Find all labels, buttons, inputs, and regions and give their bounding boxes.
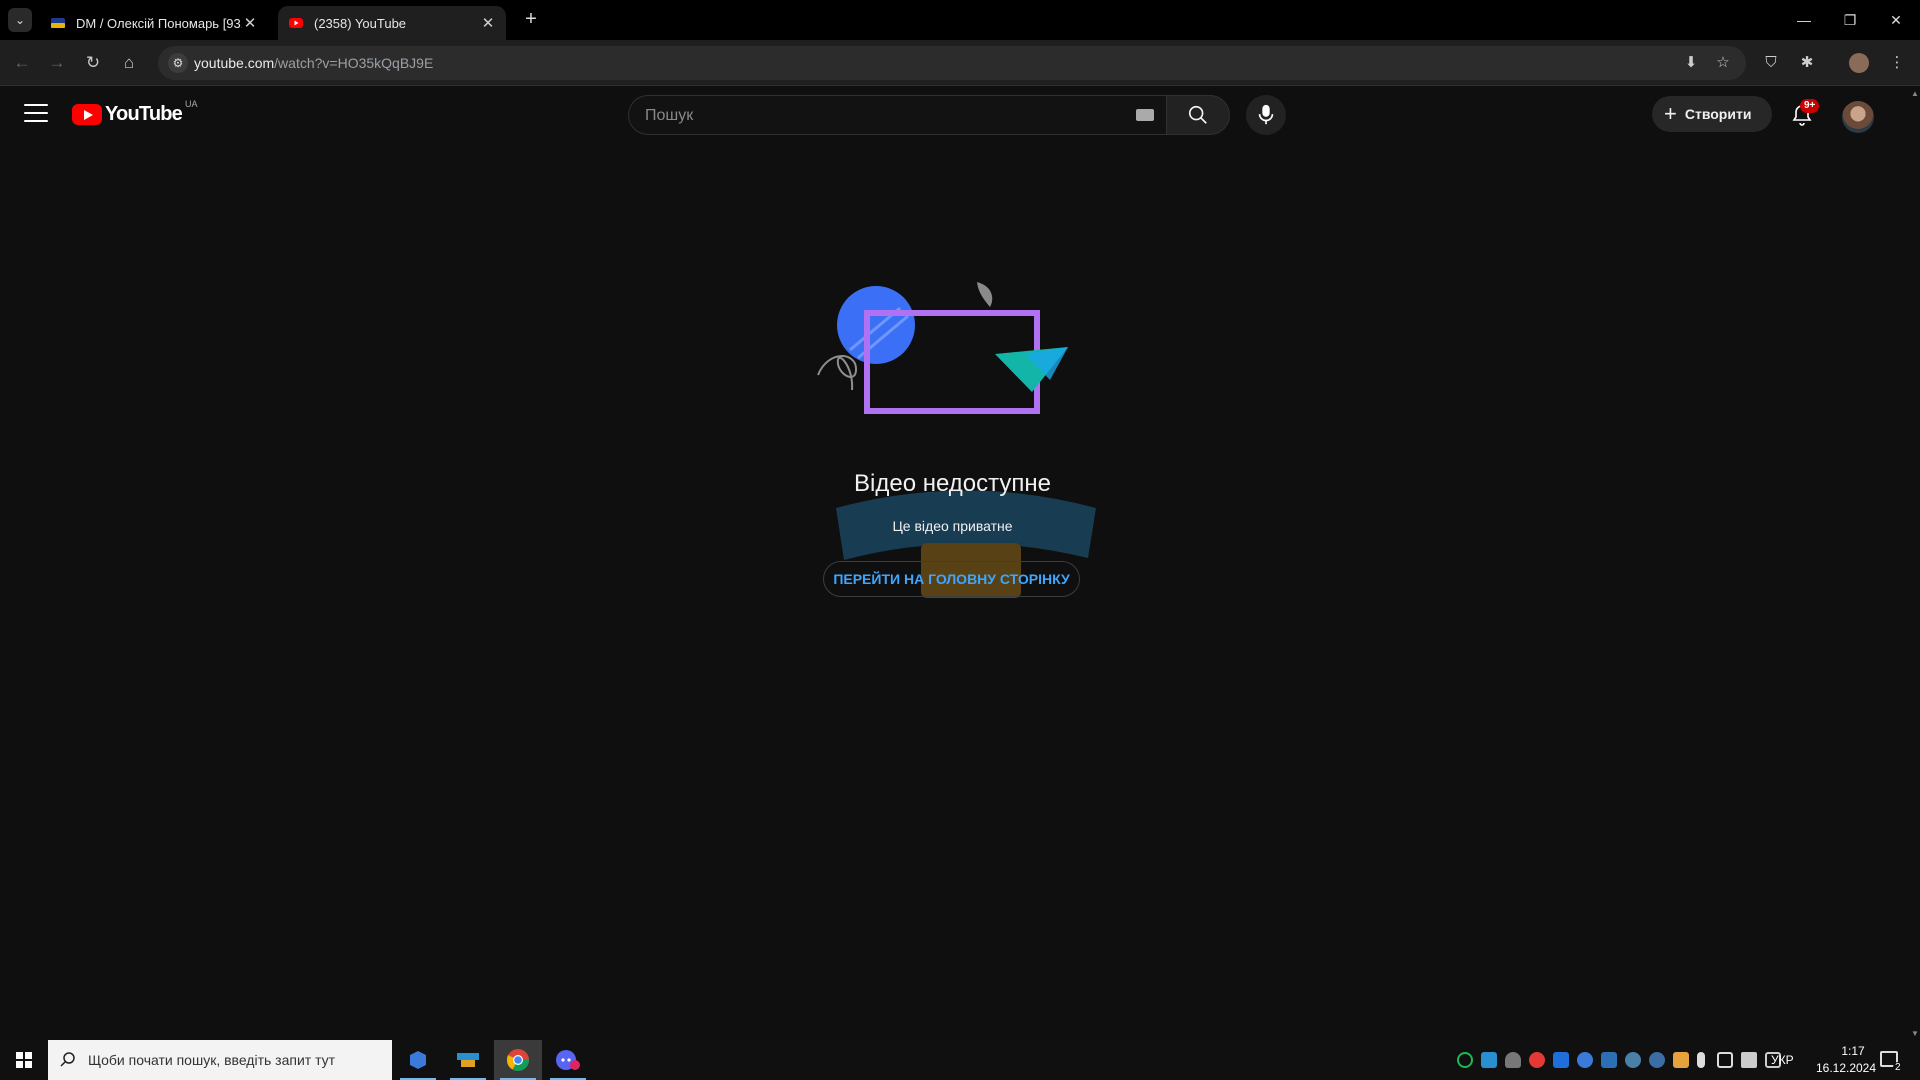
search-input[interactable] — [645, 105, 1125, 127]
menu-hamburger-icon[interactable] — [24, 104, 48, 124]
tray-steam-secondary-icon[interactable] — [1649, 1052, 1665, 1068]
account-avatar[interactable] — [1842, 101, 1874, 133]
extension-shield-icon[interactable]: ⛉ — [1760, 52, 1782, 74]
windows-taskbar: Щоби почати пошук, введіть запит тут УКР… — [0, 1040, 1920, 1080]
extensions-puzzle-icon[interactable]: ✱ — [1796, 52, 1818, 74]
youtube-masthead: YouTube UA + Створити 9+ — [0, 87, 1910, 143]
tray-red-icon[interactable] — [1529, 1052, 1545, 1068]
discord-icon — [556, 1050, 580, 1070]
search-button[interactable] — [1166, 95, 1230, 135]
tray-green-icon[interactable] — [1457, 1052, 1473, 1068]
scroll-down-icon[interactable]: ▼ — [1910, 1029, 1920, 1038]
taskbar-app-chrome[interactable] — [494, 1040, 542, 1080]
clock-date[interactable]: 16.12.2024 — [1807, 1061, 1885, 1075]
app-ukraine-gta-icon — [457, 1053, 479, 1067]
tab-search-button[interactable]: ⌄ — [8, 8, 32, 32]
go-to-home-button[interactable]: ПЕРЕЙТИ НА ГОЛОВНУ СТОРІНКУ — [823, 561, 1080, 597]
restore-icon[interactable]: ❐ — [1840, 10, 1860, 30]
home-icon[interactable]: ⌂ — [117, 51, 141, 75]
browser-tab-strip: ⌄ DM / Олексій Пономарь [9318 ✕ (2358) Y… — [0, 0, 1920, 40]
url-path: /watch?v=HO35kQqBJ9E — [274, 55, 434, 71]
tab-youtube[interactable]: (2358) YouTube ✕ — [278, 6, 506, 40]
language-indicator[interactable]: УКР — [1771, 1053, 1794, 1067]
video-unavailable-title: Відео недоступне — [854, 470, 1051, 497]
tray-blue-icon[interactable] — [1577, 1052, 1593, 1068]
chrome-icon — [506, 1049, 529, 1071]
tray-info-icon[interactable] — [1553, 1052, 1569, 1068]
notification-badge: 9+ — [1800, 99, 1820, 113]
search-icon — [60, 1052, 75, 1067]
youtube-play-icon — [72, 104, 102, 125]
close-icon[interactable]: ✕ — [242, 14, 258, 32]
app-blue-icon — [410, 1051, 426, 1069]
search-box[interactable] — [628, 95, 1166, 135]
youtube-logo[interactable]: YouTube UA — [72, 99, 198, 126]
voice-search-button[interactable] — [1246, 95, 1286, 135]
back-arrow-icon[interactable]: ← — [10, 51, 34, 75]
action-center-count: 2 — [1893, 1062, 1903, 1073]
taskbar-search-box[interactable]: Щоби почати пошук, введіть запит тут — [48, 1040, 392, 1080]
video-private-message: Це відео приватне — [892, 518, 1013, 534]
grey-leaf-shape — [977, 282, 993, 307]
plus-icon: + — [1664, 101, 1677, 126]
close-icon[interactable]: ✕ — [480, 14, 496, 32]
tab-title: (2358) YouTube — [314, 15, 407, 31]
site-info-icon[interactable]: ⚙ — [168, 53, 188, 73]
steam-icon[interactable] — [1625, 1052, 1641, 1068]
create-label: Створити — [1684, 106, 1752, 122]
clock-time[interactable]: 1:17 — [1821, 1044, 1885, 1058]
start-button[interactable] — [0, 1040, 48, 1080]
windows-logo-icon — [16, 1052, 32, 1068]
window-close-icon[interactable]: ✕ — [1886, 10, 1906, 30]
scroll-up-icon[interactable]: ▲ — [1910, 89, 1920, 98]
speaker-icon[interactable] — [1741, 1052, 1757, 1068]
taskbar-search-placeholder: Щоби почати пошук, введіть запит тут — [88, 1052, 336, 1068]
tab-dm[interactable]: DM / Олексій Пономарь [9318 ✕ — [40, 6, 268, 40]
bookmark-star-icon[interactable]: ☆ — [1714, 54, 1732, 72]
microphone-icon[interactable] — [1697, 1052, 1705, 1068]
browser-menu-icon[interactable]: ⋮ — [1886, 52, 1908, 74]
onedrive-cloud-icon[interactable] — [1505, 1052, 1521, 1068]
install-app-icon[interactable]: ⬇ — [1682, 54, 1700, 72]
address-bar[interactable]: ⚙ youtube.com/watch?v=HO35kQqBJ9E ⬇ ☆ — [158, 46, 1746, 80]
chevron-down-icon: ⌄ — [14, 13, 26, 27]
new-tab-button[interactable]: + — [520, 9, 542, 31]
url-text: youtube.com/watch?v=HO35kQqBJ9E — [194, 55, 433, 71]
blue-circle-shape — [837, 286, 915, 364]
video-unavailable-illustration — [817, 282, 1068, 414]
country-code: UA — [184, 99, 198, 109]
taskbar-app-discord[interactable] — [544, 1040, 592, 1080]
tray-folder-icon[interactable] — [1673, 1052, 1689, 1068]
taskbar-app-visual-studio[interactable] — [394, 1040, 442, 1080]
search-icon — [1188, 105, 1207, 124]
microphone-icon — [1258, 104, 1274, 125]
profile-avatar-icon[interactable] — [1848, 52, 1870, 74]
reload-icon[interactable]: ↻ — [81, 51, 105, 75]
grey-swirl-shape — [817, 355, 858, 391]
network-alert-icon[interactable] — [1717, 1052, 1733, 1068]
tray-flag-icon[interactable] — [1481, 1052, 1497, 1068]
minimize-icon[interactable]: — — [1794, 10, 1814, 30]
url-host: youtube.com — [194, 55, 275, 71]
forward-arrow-icon[interactable]: → — [45, 51, 69, 75]
page-scrollbar[interactable]: ▲ ▼ — [1910, 87, 1920, 1040]
keyboard-icon[interactable] — [1136, 109, 1154, 121]
tray-vs-icon[interactable] — [1601, 1052, 1617, 1068]
tab-favicon-icon — [51, 18, 65, 28]
browser-toolbar: ← → ↻ ⌂ ⚙ youtube.com/watch?v=HO35kQqBJ9… — [0, 40, 1920, 86]
taskbar-app-ukraine-gta[interactable] — [444, 1040, 492, 1080]
create-button[interactable]: + Створити — [1652, 96, 1772, 132]
logo-wordmark: YouTube — [105, 103, 183, 125]
tab-title: DM / Олексій Пономарь [9318 — [76, 15, 242, 31]
youtube-favicon-icon — [289, 18, 303, 28]
